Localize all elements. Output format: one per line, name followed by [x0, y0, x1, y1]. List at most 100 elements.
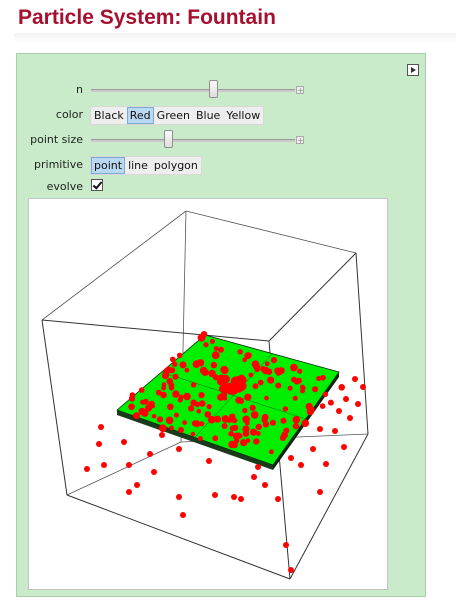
particle	[208, 369, 216, 378]
particle	[306, 408, 314, 416]
particle	[130, 403, 135, 409]
particle	[158, 424, 167, 433]
platform-top	[116, 334, 340, 466]
particle	[196, 408, 201, 414]
color-option-green[interactable]: Green	[154, 107, 193, 124]
particle	[235, 396, 243, 404]
particle	[179, 361, 187, 369]
particle	[217, 393, 225, 401]
particle	[251, 474, 257, 480]
particle	[252, 383, 259, 390]
particle	[209, 338, 215, 344]
color-option-blue[interactable]: Blue	[193, 107, 223, 124]
particle	[229, 425, 236, 432]
particle	[220, 365, 229, 374]
particle	[231, 494, 237, 500]
particle	[160, 391, 167, 399]
particle	[250, 428, 258, 436]
n-slider-track[interactable]	[91, 89, 295, 92]
point-size-expand-plus-icon[interactable]: +	[296, 136, 304, 145]
color-label: color	[55, 108, 83, 121]
particle	[338, 384, 346, 391]
particle	[269, 449, 274, 455]
particle	[173, 412, 179, 418]
n-label: n	[76, 83, 83, 96]
particle	[191, 420, 198, 427]
particle	[297, 368, 303, 374]
particle	[128, 395, 136, 402]
particle	[142, 398, 149, 405]
color-option-black[interactable]: Black	[91, 107, 127, 124]
particle	[212, 492, 218, 498]
n-expand-plus-icon[interactable]: +	[296, 86, 304, 95]
particle	[169, 367, 176, 374]
particle	[347, 415, 353, 421]
particle	[98, 424, 104, 430]
title-divider	[14, 33, 456, 43]
particle	[159, 432, 165, 438]
primitive-option-point[interactable]: point	[91, 157, 126, 174]
particle	[176, 446, 182, 452]
particle	[231, 441, 238, 449]
particle	[203, 342, 209, 348]
particle	[168, 382, 175, 389]
particle	[165, 416, 174, 425]
particle	[170, 356, 176, 363]
particle	[253, 438, 260, 445]
point-size-slider-track[interactable]	[91, 139, 295, 142]
particle	[312, 386, 319, 393]
color-setter-bar: Black Red Green Blue Yellow	[90, 106, 265, 125]
particle	[211, 351, 220, 360]
n-slider-thumb[interactable]	[209, 80, 218, 98]
particle	[248, 372, 254, 378]
particle	[237, 433, 243, 439]
color-option-red[interactable]: Red	[126, 107, 154, 124]
particle	[292, 415, 301, 424]
options-button[interactable]	[407, 64, 419, 76]
particle	[151, 414, 157, 419]
particle	[257, 379, 264, 386]
evolve-checkbox[interactable]	[91, 179, 103, 191]
particle	[343, 396, 349, 402]
point-size-slider-thumb[interactable]	[164, 130, 173, 148]
particle	[287, 385, 293, 391]
particle	[298, 462, 304, 468]
primitive-option-polygon[interactable]: polygon	[151, 157, 201, 174]
particle	[251, 360, 260, 368]
particle	[172, 390, 180, 398]
particle	[133, 412, 140, 420]
particle	[156, 416, 164, 423]
particle	[121, 439, 127, 445]
particle	[190, 431, 196, 437]
particle	[255, 423, 262, 430]
particle	[360, 384, 366, 390]
particle	[204, 411, 212, 418]
particle	[176, 494, 182, 500]
particle	[327, 399, 334, 406]
particle	[240, 439, 248, 447]
particle	[178, 427, 184, 433]
point-size-label: point size	[30, 133, 83, 146]
particle	[199, 366, 208, 375]
particle	[221, 374, 230, 384]
color-option-yellow[interactable]: Yellow	[223, 107, 263, 124]
particle	[279, 434, 286, 441]
particle	[264, 361, 270, 367]
particle	[210, 361, 218, 369]
particle	[336, 408, 342, 414]
evolve-label: evolve	[46, 180, 83, 193]
particle	[134, 482, 140, 488]
particle	[264, 395, 269, 401]
particle	[310, 446, 316, 452]
particle	[292, 422, 300, 430]
particle	[249, 404, 256, 411]
particle	[262, 366, 270, 375]
primitive-option-line[interactable]: line	[125, 157, 151, 174]
particle	[275, 382, 282, 389]
particle	[96, 441, 102, 447]
particle	[280, 417, 287, 424]
particle	[188, 405, 195, 412]
particle	[212, 435, 219, 442]
fountain-3d-plot[interactable]	[28, 198, 388, 590]
particle	[244, 352, 252, 360]
